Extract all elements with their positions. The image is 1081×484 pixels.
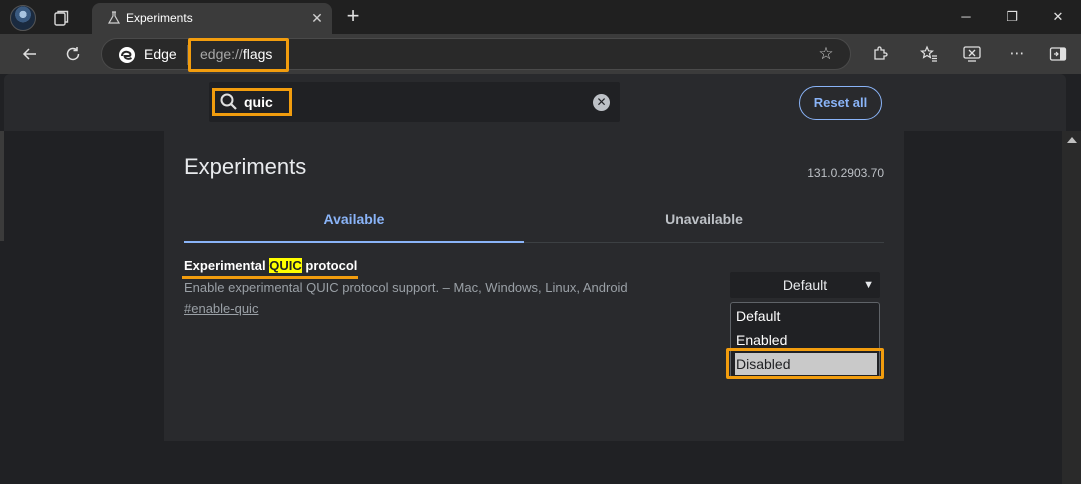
version-label: 131.0.2903.70: [807, 166, 884, 180]
tab-unavailable[interactable]: Unavailable: [524, 201, 884, 243]
flag-state-select[interactable]: Default ▼: [730, 272, 880, 298]
flag-title-match: QUIC: [269, 258, 302, 273]
url-path: flags: [242, 46, 273, 62]
refresh-icon: [66, 47, 80, 61]
favorite-star-icon[interactable]: ☆: [816, 44, 836, 64]
tab-experiments[interactable]: Experiments ✕: [92, 3, 332, 34]
extensions-icon[interactable]: [869, 43, 891, 65]
minimize-button[interactable]: ─: [946, 5, 986, 29]
profile-avatar[interactable]: [10, 5, 36, 31]
tab-title: Experiments: [126, 11, 193, 25]
chevron-down-icon: ▼: [863, 279, 874, 291]
restore-button[interactable]: ❐: [992, 5, 1032, 29]
option-default[interactable]: Default: [735, 305, 877, 327]
clear-search-icon[interactable]: ✕: [593, 94, 610, 111]
back-arrow-icon: [22, 48, 36, 60]
scroll-up-arrow-icon[interactable]: [1067, 137, 1077, 143]
disabled-option-annotation-box: [726, 348, 884, 379]
flag-title-start: Experimental: [184, 258, 270, 273]
back-button[interactable]: [16, 40, 44, 68]
flags-search-input[interactable]: quic ✕: [209, 82, 620, 122]
address-bar[interactable]: Edge edge://flags ☆: [101, 38, 851, 72]
tab-available[interactable]: Available: [184, 201, 524, 243]
edge-logo-icon: [119, 47, 135, 63]
page-title: Experiments: [184, 154, 307, 179]
experiments-card: Experiments 131.0.2903.70 Available Unav…: [164, 131, 904, 441]
workspaces-icon[interactable]: [52, 8, 72, 28]
more-icon[interactable]: ⋯: [1006, 43, 1028, 65]
search-annotation-box: [212, 88, 292, 116]
flag-title-end: protocol: [301, 258, 358, 273]
edge-label: Edge: [144, 46, 177, 62]
flag-permalink[interactable]: #enable-quic: [184, 301, 258, 316]
page-left-edge: [0, 131, 4, 241]
tab-available-indicator: [184, 241, 524, 243]
flag-title-annotation-underline: [182, 276, 358, 279]
tab-close-icon[interactable]: ✕: [308, 9, 326, 27]
url-text[interactable]: edge://flags: [200, 46, 272, 62]
screenshot-icon[interactable]: [961, 43, 983, 65]
tabs-divider: [524, 242, 884, 243]
browser-toolbar: Edge edge://flags ☆ ⋯: [0, 34, 1081, 74]
url-scheme: edge://: [200, 46, 243, 62]
flask-icon: [107, 11, 121, 24]
flag-description: Enable experimental QUIC protocol suppor…: [184, 280, 628, 295]
page-scrollbar[interactable]: [1062, 131, 1081, 484]
title-bar: Experiments ✕ + ─ ❐ ✕: [0, 0, 1081, 34]
new-tab-button[interactable]: +: [342, 5, 364, 28]
refresh-button[interactable]: [59, 40, 87, 68]
flags-page: quic ✕ Reset all Experiments 131.0.2903.…: [0, 74, 1081, 484]
sidebar-icon[interactable]: [1047, 43, 1069, 65]
close-window-button[interactable]: ✕: [1038, 5, 1078, 29]
flag-title: Experimental QUIC protocol: [184, 258, 357, 273]
reset-all-button[interactable]: Reset all: [799, 86, 882, 120]
search-header: quic ✕ Reset all: [4, 74, 1066, 131]
favorites-icon[interactable]: [918, 43, 940, 65]
flag-state-value: Default: [782, 277, 828, 293]
